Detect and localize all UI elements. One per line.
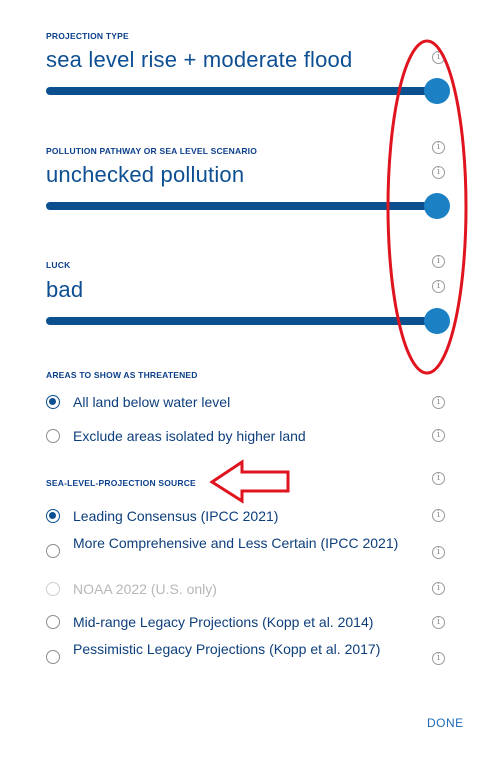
annotation-arrow-icon (209, 459, 290, 504)
annotation-overlay (209, 39, 468, 504)
annotation-ellipse (386, 39, 468, 375)
